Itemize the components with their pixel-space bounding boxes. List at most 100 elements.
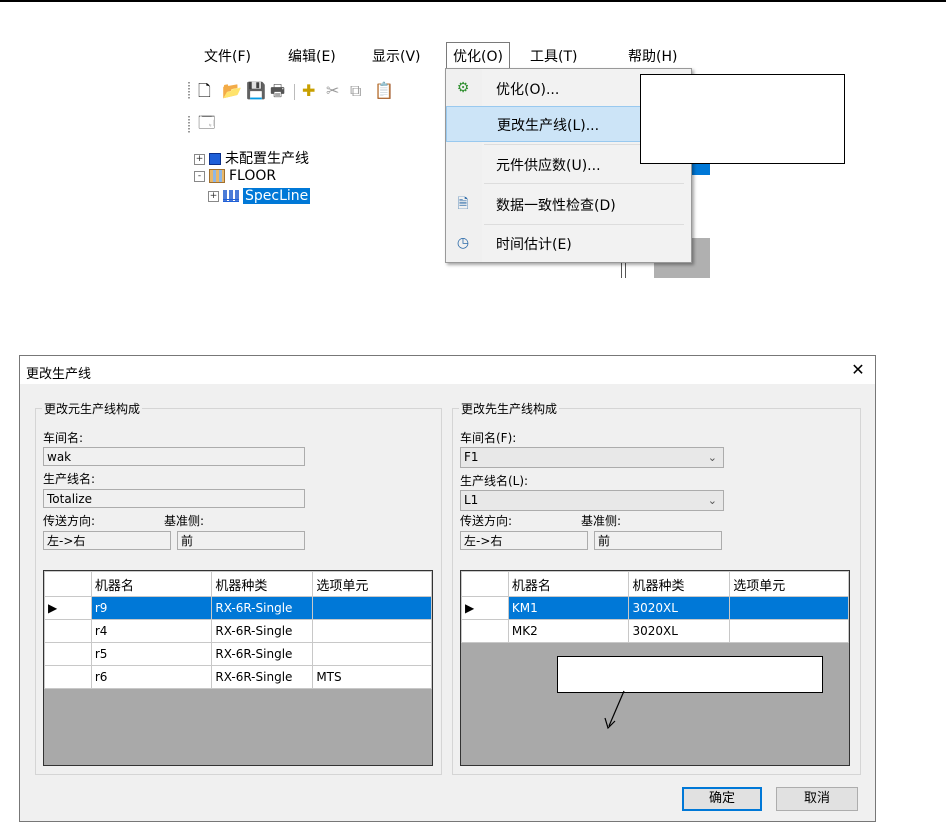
grid-header-row: 机器名 机器种类 选项单元 <box>461 571 849 597</box>
table-cell[interactable]: r5 <box>90 642 213 666</box>
menu-edit[interactable]: 编辑(E) <box>288 46 336 66</box>
menu-item-label: 数据一致性检查(D) <box>496 198 616 214</box>
row-header[interactable] <box>44 665 92 689</box>
table-cell[interactable]: RX-6R-Single <box>211 642 314 666</box>
table-cell[interactable]: r6 <box>90 665 213 689</box>
row-header[interactable] <box>461 619 509 643</box>
table-row[interactable]: r4 RX-6R-Single <box>44 619 432 643</box>
ok-button[interactable]: 确定 <box>682 787 762 811</box>
new-file-icon[interactable]: 🗋 <box>198 82 211 100</box>
column-header[interactable]: 机器名 <box>507 571 630 597</box>
column-header[interactable]: 选项单元 <box>729 571 849 597</box>
toolbar-separator <box>294 84 295 100</box>
close-icon[interactable]: ✕ <box>847 360 869 380</box>
expand-icon[interactable]: + <box>194 153 205 165</box>
row-header[interactable] <box>44 619 92 643</box>
tree-item-specline[interactable]: + SpecLine <box>208 188 311 208</box>
table-row[interactable]: ▶ KM1 3020XL <box>461 596 849 620</box>
properties-icon[interactable]: 🗔 <box>198 114 215 132</box>
column-header[interactable]: 机器种类 <box>628 571 731 597</box>
group-title: 更改元生产线构成 <box>42 400 143 417</box>
source-direction-field: 左->右 <box>43 531 171 550</box>
dialog-title: 更改生产线 <box>26 367 92 382</box>
menu-view[interactable]: 显示(V) <box>372 46 421 66</box>
selected-value: L1 <box>464 493 479 507</box>
table-cell[interactable] <box>312 619 432 643</box>
table-cell[interactable]: KM1 <box>507 596 630 620</box>
table-cell[interactable]: r9 <box>90 596 213 620</box>
change-line-dialog: 更改生产线 ✕ 更改元生产线构成 车间名: wak 生产线名: Totalize… <box>19 355 876 822</box>
open-folder-icon[interactable]: 📂 <box>222 82 242 100</box>
table-cell[interactable] <box>729 596 849 620</box>
target-floor-select[interactable]: F1 ⌄ <box>460 447 724 468</box>
toolbar-grip[interactable] <box>188 82 190 100</box>
menu-item-label: 优化(O)... <box>496 82 560 98</box>
menu-item-consistency-check[interactable]: 🗎 数据一致性检查(D) <box>446 187 691 221</box>
table-cell[interactable]: r4 <box>90 619 213 643</box>
row-header[interactable] <box>44 642 92 666</box>
annotation-box-blank <box>640 74 845 164</box>
table-cell[interactable]: RX-6R-Single <box>211 665 314 689</box>
production-line-icon <box>223 190 239 202</box>
cut-icon[interactable]: ✂ <box>326 82 339 100</box>
table-cell[interactable] <box>729 619 849 643</box>
target-line-select[interactable]: L1 ⌄ <box>460 490 724 511</box>
base-side-label: 基准侧: <box>164 514 205 528</box>
table-row[interactable]: r5 RX-6R-Single <box>44 642 432 666</box>
table-cell[interactable]: 3020XL <box>628 596 731 620</box>
copy-icon[interactable]: ⧉ <box>350 82 361 100</box>
add-item-icon[interactable]: ✚ <box>302 82 315 100</box>
tree-item-label: SpecLine <box>243 188 311 204</box>
print-icon[interactable]: 🖶 <box>270 82 285 100</box>
secondary-toolbar: 🗔 <box>184 110 244 140</box>
menu-item-time-estimate[interactable]: ◷ 时间估计(E) <box>446 226 691 260</box>
source-machine-grid[interactable]: 机器名 机器种类 选项单元 ▶ r9 RX-6R-Single r4 RX-6R… <box>43 570 433 766</box>
table-cell[interactable] <box>312 642 432 666</box>
menu-separator <box>484 224 684 225</box>
table-row[interactable]: r6 RX-6R-Single MTS <box>44 665 432 689</box>
collapse-icon[interactable]: - <box>194 170 205 182</box>
table-row[interactable]: ▶ r9 RX-6R-Single <box>44 596 432 620</box>
chevron-down-icon[interactable]: ⌄ <box>708 491 717 510</box>
paste-icon[interactable]: 📋 <box>374 82 394 100</box>
floor-label: 车间名(F): <box>460 431 517 445</box>
chevron-down-icon[interactable]: ⌄ <box>708 448 717 467</box>
source-line-field: Totalize <box>43 489 305 508</box>
check-icon: 🗎 <box>457 196 469 212</box>
selected-value: F1 <box>464 450 479 464</box>
table-cell[interactable]: RX-6R-Single <box>211 596 314 620</box>
table-row[interactable]: MK2 3020XL <box>461 619 849 643</box>
menu-help[interactable]: 帮助(H) <box>628 46 677 66</box>
optimize-icon: ⚙ <box>456 80 470 96</box>
menu-tools[interactable]: 工具(T) <box>530 46 577 66</box>
column-header[interactable]: 机器名 <box>90 571 213 597</box>
table-cell[interactable]: RX-6R-Single <box>211 619 314 643</box>
column-header[interactable]: 选项单元 <box>312 571 432 597</box>
source-base-side-field: 前 <box>177 531 305 550</box>
grid-header-row: 机器名 机器种类 选项单元 <box>44 571 432 597</box>
annotation-box-blank <box>557 656 823 693</box>
table-cell[interactable]: MK2 <box>507 619 630 643</box>
line-label: 生产线名: <box>43 472 96 486</box>
table-cell[interactable] <box>312 596 432 620</box>
line-label: 生产线名(L): <box>460 474 529 488</box>
target-base-side-field: 前 <box>594 531 722 550</box>
line-icon <box>209 153 221 165</box>
menu-separator <box>484 183 684 184</box>
table-cell[interactable]: 3020XL <box>628 619 731 643</box>
row-header-corner <box>461 571 509 597</box>
tree-item-floor[interactable]: - FLOOR <box>194 168 276 188</box>
menu-bar: 文件(F) 编辑(E) 显示(V) 优化(O) 工具(T) 帮助(H) <box>184 38 710 72</box>
expand-icon[interactable]: + <box>208 190 219 202</box>
save-icon[interactable]: 💾 <box>246 82 266 100</box>
menu-item-label: 更改生产线(L)... <box>497 118 600 134</box>
menu-file[interactable]: 文件(F) <box>204 46 251 66</box>
clock-icon: ◷ <box>456 235 470 251</box>
toolbar-grip[interactable] <box>188 116 190 134</box>
tree-item-label: FLOOR <box>229 168 277 184</box>
tree-item-unassigned[interactable]: + 未配置生产线 <box>194 148 309 168</box>
column-header[interactable]: 机器种类 <box>211 571 314 597</box>
table-cell[interactable]: MTS <box>312 665 432 689</box>
top-rule <box>0 0 946 2</box>
cancel-button[interactable]: 取消 <box>776 787 858 811</box>
